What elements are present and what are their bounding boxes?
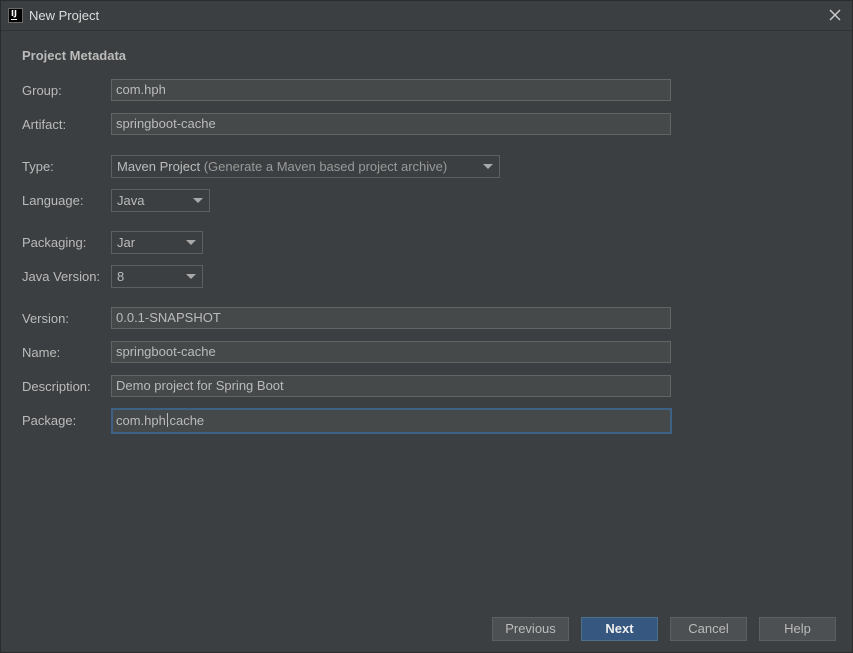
type-label: Type: bbox=[22, 159, 54, 174]
packaging-value: Jar bbox=[117, 235, 136, 250]
packaging-dropdown[interactable]: Jar bbox=[111, 231, 203, 254]
title-bar[interactable]: IJ New Project bbox=[1, 1, 852, 31]
name-field[interactable]: springboot-cache bbox=[111, 341, 671, 363]
chevron-down-icon bbox=[193, 198, 203, 203]
cancel-button[interactable]: Cancel bbox=[670, 617, 747, 641]
packaging-label: Packaging: bbox=[22, 235, 87, 250]
language-label: Language: bbox=[22, 193, 84, 208]
java-version-dropdown[interactable]: 8 bbox=[111, 265, 203, 288]
type-value: Maven Project bbox=[117, 159, 204, 174]
description-label: Description: bbox=[22, 379, 91, 394]
next-button[interactable]: Next bbox=[581, 617, 658, 641]
java-version-label: Java Version: bbox=[22, 269, 101, 284]
group-label: Group: bbox=[22, 83, 62, 98]
type-hint: (Generate a Maven based project archive) bbox=[203, 159, 448, 174]
version-field[interactable]: 0.0.1-SNAPSHOT bbox=[111, 307, 671, 329]
section-title: Project Metadata bbox=[22, 48, 127, 63]
java-version-value: 8 bbox=[117, 269, 125, 284]
artifact-field[interactable]: springboot-cache bbox=[111, 113, 671, 135]
text-cursor bbox=[167, 413, 168, 427]
previous-button[interactable]: Previous bbox=[492, 617, 569, 641]
chevron-down-icon bbox=[186, 274, 196, 279]
package-field[interactable]: com.hph.cache bbox=[111, 408, 672, 434]
description-field[interactable]: Demo project for Spring Boot bbox=[111, 375, 671, 397]
close-icon[interactable] bbox=[826, 6, 844, 24]
group-field[interactable]: com.hph bbox=[111, 79, 671, 101]
version-label: Version: bbox=[22, 311, 69, 326]
window-title: New Project bbox=[29, 8, 100, 23]
help-button[interactable]: Help bbox=[759, 617, 836, 641]
package-label: Package: bbox=[22, 413, 77, 428]
chevron-down-icon bbox=[483, 164, 493, 169]
type-dropdown[interactable]: Maven Project (Generate a Maven based pr… bbox=[111, 155, 500, 178]
artifact-label: Artifact: bbox=[22, 117, 67, 132]
name-label: Name: bbox=[22, 345, 61, 360]
language-dropdown[interactable]: Java bbox=[111, 189, 210, 212]
intellij-idea-icon: IJ bbox=[8, 8, 23, 23]
chevron-down-icon bbox=[186, 240, 196, 245]
language-value: Java bbox=[117, 193, 145, 208]
new-project-dialog: IJ New Project Project Metadata Group: c… bbox=[0, 0, 853, 653]
app-icon-text: IJ bbox=[11, 9, 17, 18]
